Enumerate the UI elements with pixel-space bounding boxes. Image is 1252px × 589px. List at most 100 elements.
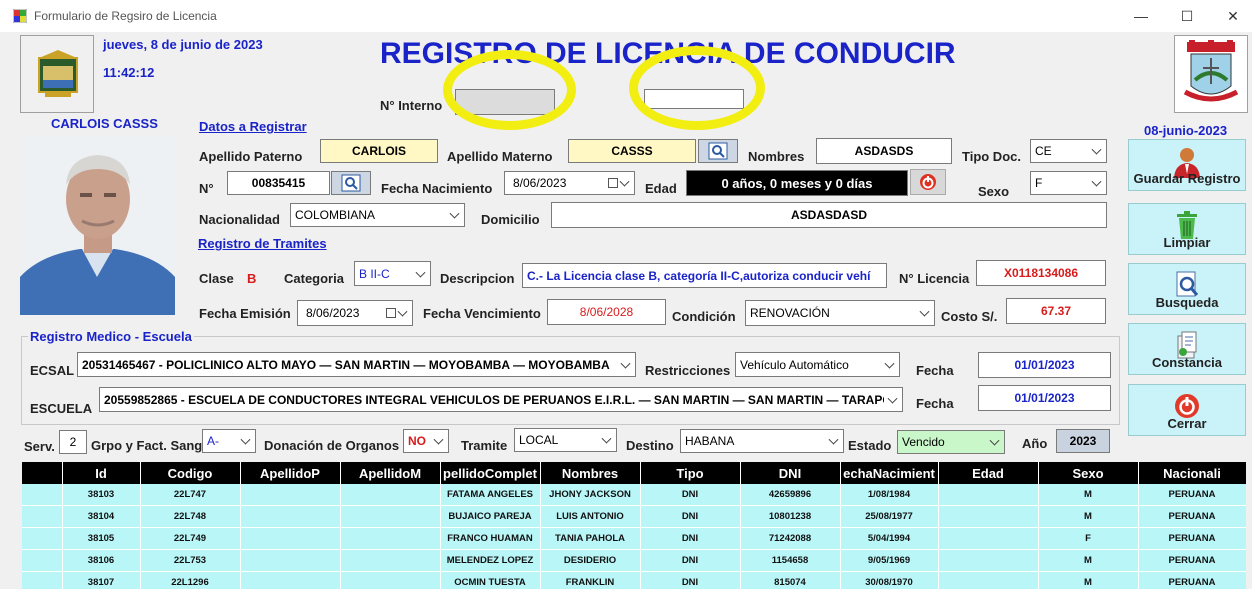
table-cell: M xyxy=(1038,505,1139,528)
grupo-select[interactable]: A- xyxy=(202,429,256,453)
column-header[interactable]: echaNacimient xyxy=(840,462,939,484)
fecha-ecsal-field[interactable]: 01/01/2023 xyxy=(978,352,1111,378)
categoria-select[interactable]: B II-C xyxy=(354,261,431,286)
anio-label: Año xyxy=(1022,436,1048,451)
column-header[interactable]: Nombres xyxy=(540,462,641,484)
tramite-value: LOCAL xyxy=(519,433,559,447)
vencimiento-field[interactable]: 8/06/2028 xyxy=(547,299,666,325)
tipo-doc-select[interactable]: CE xyxy=(1030,139,1107,163)
column-header[interactable]: ApellidoM xyxy=(340,462,441,484)
close-window-button[interactable]: ✕ xyxy=(1210,0,1252,32)
table-row[interactable]: 38105 22L749 FRANCO HUAMAN TANIA PAHOLA DNI 7… xyxy=(22,527,1246,550)
table-row[interactable]: 38106 22L753 MELENDEZ LOPEZ DESIDERIO DNI 115… xyxy=(22,549,1246,572)
column-header[interactable]: ApellidoP xyxy=(240,462,341,484)
chevron-down-icon xyxy=(1091,176,1102,187)
column-header[interactable]: Tipo xyxy=(640,462,741,484)
categoria-label: Categoria xyxy=(284,271,344,286)
person-name: CARLOIS CASSS xyxy=(51,116,158,131)
restricciones-select[interactable]: Vehículo Automático xyxy=(735,352,900,377)
table-header-row: Id Codigo ApellidoP ApellidoM pellidoComplet… xyxy=(22,462,1246,484)
column-header[interactable] xyxy=(22,462,63,484)
estado-select[interactable]: Vencido xyxy=(897,430,1005,454)
donacion-value: NO xyxy=(408,434,426,448)
table-cell xyxy=(938,505,1039,528)
minimize-button[interactable]: — xyxy=(1118,0,1164,32)
search-button[interactable] xyxy=(331,171,371,195)
table-cell: DESIDERIO xyxy=(540,549,641,572)
escuela-select[interactable]: 20559852865 - ESCUELA DE CONDUCTORES INT… xyxy=(99,387,903,412)
grupo-label: Grpo y Fact. Sang. xyxy=(91,438,206,453)
costo-field[interactable]: 67.37 xyxy=(1006,298,1106,324)
table-cell: 42659896 xyxy=(740,484,841,506)
anio-field[interactable]: 2023 xyxy=(1056,429,1110,453)
clase-label: Clase xyxy=(199,271,234,286)
condicion-label: Condición xyxy=(672,309,736,324)
apellido-paterno-label: Apellido Paterno xyxy=(199,149,303,164)
guardar-button[interactable]: Guardar Registro xyxy=(1128,139,1246,191)
table-cell: FRANCO HUAMAN xyxy=(440,527,541,550)
table-cell: M xyxy=(1038,549,1139,572)
chevron-down-icon xyxy=(415,267,426,278)
nombres-field[interactable]: ASDASDS xyxy=(816,138,952,164)
licencia-field[interactable]: X0118134086 xyxy=(976,260,1106,286)
constancia-button[interactable]: Constancia xyxy=(1128,323,1246,375)
column-header[interactable]: Id xyxy=(62,462,141,484)
table-cell: 38106 xyxy=(62,549,141,572)
tipo-doc-label: Tipo Doc. xyxy=(962,149,1021,164)
search-button[interactable] xyxy=(698,139,738,163)
table-cell: FATAMA ANGELES xyxy=(440,484,541,506)
crest-icon xyxy=(1183,40,1239,102)
donacion-label: Donación de Organos xyxy=(264,438,400,453)
search-icon xyxy=(708,142,728,160)
numero-field[interactable]: 00835415 xyxy=(227,171,330,195)
table-cell: 38105 xyxy=(62,527,141,550)
condicion-select[interactable]: RENOVACIÓN xyxy=(745,300,935,326)
fecha-escuela-field[interactable]: 01/01/2023 xyxy=(978,385,1111,411)
table-cell xyxy=(22,549,63,572)
fecha-nac-picker[interactable]: 8/06/2023 xyxy=(504,171,635,195)
table-row[interactable]: 38104 22L748 BUJAICO PAREJA LUIS ANTONIO DNI… xyxy=(22,505,1246,528)
nacionalidad-select[interactable]: COLOMBIANA xyxy=(290,203,465,227)
maximize-button[interactable]: ☐ xyxy=(1164,0,1210,32)
donacion-select[interactable]: NO xyxy=(403,429,449,453)
busqueda-label: Busqueda xyxy=(1155,295,1219,310)
column-header[interactable]: DNI xyxy=(740,462,841,484)
interno-label: N° Interno xyxy=(380,98,443,113)
table-cell: F xyxy=(1038,527,1139,550)
column-header[interactable]: Edad xyxy=(938,462,1039,484)
ecsal-select[interactable]: 20531465467 - POLICLINICO ALTO MAYO — SA… xyxy=(77,352,636,377)
limpiar-button[interactable]: Limpiar xyxy=(1128,203,1246,255)
restricciones-value: Vehículo Automático xyxy=(740,357,849,372)
destino-value: HABANA xyxy=(685,434,735,448)
calc-age-button[interactable] xyxy=(910,169,946,195)
column-header[interactable]: Sexo xyxy=(1038,462,1139,484)
table-cell: 25/08/1977 xyxy=(840,505,939,528)
datos-section-link[interactable]: Datos a Registrar xyxy=(199,119,307,134)
tramite-select[interactable]: LOCAL xyxy=(514,428,617,452)
sexo-select[interactable]: F xyxy=(1030,171,1107,195)
costo-label: Costo S/. xyxy=(941,309,998,324)
apellido-paterno-field[interactable]: CARLOIS xyxy=(320,139,438,163)
tramites-section-link[interactable]: Registro de Tramites xyxy=(198,236,327,251)
column-header[interactable]: Nacionali xyxy=(1138,462,1246,484)
chevron-down-icon xyxy=(601,433,612,444)
cerrar-button[interactable]: Cerrar xyxy=(1128,384,1246,436)
table-row[interactable]: 38103 22L747 FATAMA ANGELES JHONY JACKSON DN… xyxy=(22,484,1246,506)
table-cell xyxy=(340,571,441,589)
short-date: 08-junio-2023 xyxy=(1144,123,1228,138)
emision-picker[interactable]: 8/06/2023 xyxy=(297,300,413,326)
busqueda-button[interactable]: Busqueda xyxy=(1128,263,1246,315)
table-cell xyxy=(340,549,441,572)
apellido-materno-field[interactable]: CASSS xyxy=(568,139,696,163)
column-header[interactable]: Codigo xyxy=(140,462,241,484)
records-table[interactable]: Id Codigo ApellidoP ApellidoM pellidoComplet… xyxy=(22,462,1246,589)
domicilio-field[interactable]: ASDASDASD xyxy=(551,202,1107,228)
table-row[interactable]: 38107 22L1296 OCMIN TUESTA FRANKLIN DNI 81507… xyxy=(22,571,1246,589)
serv-field[interactable]: 2 xyxy=(59,430,87,454)
destino-select[interactable]: HABANA xyxy=(680,429,844,453)
window-title: Formulario de Regsiro de Licencia xyxy=(34,9,217,23)
emision-value: 8/06/2023 xyxy=(306,306,360,320)
column-header[interactable]: pellidoComplet xyxy=(440,462,541,484)
descripcion-field[interactable]: C.- La Licencia clase B, categoría II-C,… xyxy=(522,263,887,288)
table-cell xyxy=(340,484,441,506)
